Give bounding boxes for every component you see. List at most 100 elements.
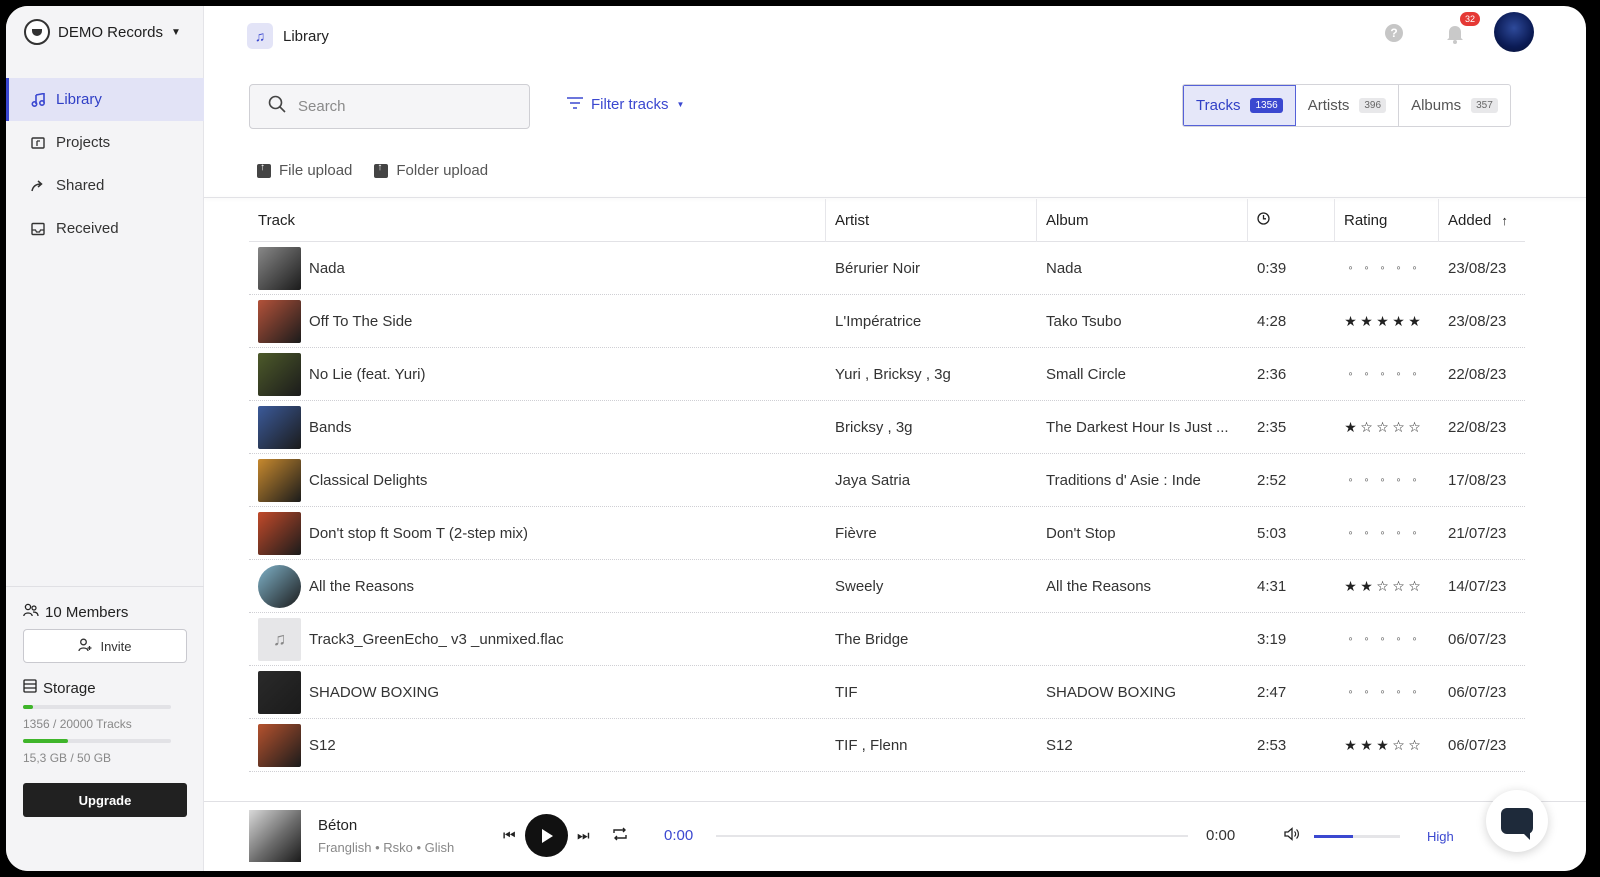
column-header-rating[interactable]: Rating (1335, 198, 1439, 242)
volume-slider[interactable] (1314, 835, 1400, 838)
empty-star-icon[interactable]: ☆ (1408, 578, 1421, 595)
column-header-album[interactable]: Album (1037, 198, 1248, 242)
search-icon (268, 95, 286, 118)
bell-icon[interactable] (1444, 22, 1466, 44)
filled-star-icon[interactable]: ★ (1360, 737, 1373, 754)
upgrade-button[interactable]: Upgrade (23, 783, 187, 817)
empty-star-icon[interactable]: ∘ (1392, 528, 1405, 539)
quality-selector[interactable]: High (1427, 829, 1454, 844)
table-row[interactable]: All the Reasons Sweely All the Reasons 4:31… (249, 560, 1525, 613)
empty-star-icon[interactable]: ☆ (1392, 578, 1405, 595)
track-title: Off To The Side (309, 312, 413, 330)
filled-star-icon[interactable]: ★ (1376, 313, 1389, 330)
table-row[interactable]: ♫ Track3_GreenEcho_ v3 _unmixed.flac The B… (249, 613, 1525, 666)
empty-star-icon[interactable]: ∘ (1344, 369, 1357, 380)
filled-star-icon[interactable]: ★ (1392, 313, 1405, 330)
filled-star-icon[interactable]: ★ (1408, 313, 1421, 330)
repeat-icon[interactable] (612, 827, 628, 844)
empty-star-icon[interactable]: ∘ (1344, 263, 1357, 274)
table-row[interactable]: Nada Bérurier Noir Nada 0:39 ∘ ∘ ∘ ∘ ∘ 23/08/23 (249, 242, 1525, 295)
filled-star-icon[interactable]: ★ (1360, 578, 1373, 595)
column-header-artist[interactable]: Artist (826, 198, 1037, 242)
empty-star-icon[interactable]: ☆ (1392, 737, 1405, 754)
chat-widget-button[interactable] (1486, 790, 1548, 852)
empty-star-icon[interactable]: ∘ (1408, 263, 1421, 274)
play-button[interactable] (525, 814, 568, 857)
empty-star-icon[interactable]: ∘ (1360, 369, 1373, 380)
tab-tracks[interactable]: Tracks 1356 (1183, 85, 1296, 126)
sidebar-item-projects[interactable]: Projects (6, 121, 204, 164)
folder-upload-button[interactable]: Folder upload (374, 162, 488, 179)
tab-albums[interactable]: Albums 357 (1399, 85, 1510, 126)
empty-star-icon[interactable]: ∘ (1360, 475, 1373, 486)
column-header-added[interactable]: Added ↑ (1439, 199, 1525, 242)
search-input[interactable] (298, 98, 498, 115)
empty-star-icon[interactable]: ∘ (1408, 475, 1421, 486)
empty-star-icon[interactable]: ∘ (1376, 475, 1389, 486)
empty-star-icon[interactable]: ∘ (1376, 263, 1389, 274)
empty-star-icon[interactable]: ☆ (1408, 419, 1421, 436)
breadcrumb: ♫ Library (247, 23, 329, 49)
empty-star-icon[interactable]: ∘ (1360, 634, 1373, 645)
empty-star-icon[interactable]: ☆ (1408, 737, 1421, 754)
next-icon[interactable]: ⏭ (577, 827, 590, 844)
empty-star-icon[interactable]: ∘ (1344, 475, 1357, 486)
table-row[interactable]: Off To The Side L'Impératrice Tako Tsubo 4:… (249, 295, 1525, 348)
column-header-duration[interactable] (1248, 198, 1335, 242)
avatar[interactable] (1494, 12, 1534, 52)
empty-star-icon[interactable]: ☆ (1376, 578, 1389, 595)
empty-star-icon[interactable]: ∘ (1392, 634, 1405, 645)
sidebar-item-library[interactable]: Library (6, 78, 204, 121)
empty-star-icon[interactable]: ∘ (1360, 528, 1373, 539)
empty-star-icon[interactable]: ∘ (1376, 687, 1389, 698)
table-row[interactable]: Classical Delights Jaya Satria Traditions … (249, 454, 1525, 507)
invite-button[interactable]: Invite (23, 629, 187, 663)
rating-cell: ★ ☆ ☆ ☆ ☆ (1335, 401, 1439, 454)
artist-cell: The Bridge (835, 630, 909, 648)
empty-star-icon[interactable]: ∘ (1392, 369, 1405, 380)
sidebar-item-shared[interactable]: Shared (6, 164, 204, 207)
empty-star-icon[interactable]: ∘ (1360, 263, 1373, 274)
empty-star-icon[interactable]: ∘ (1344, 687, 1357, 698)
search-field[interactable] (249, 84, 530, 129)
empty-star-icon[interactable]: ∘ (1376, 528, 1389, 539)
table-row[interactable]: Bands Bricksy , 3g The Darkest Hour Is Jus… (249, 401, 1525, 454)
empty-star-icon[interactable]: ∘ (1376, 369, 1389, 380)
empty-star-icon[interactable]: ☆ (1392, 419, 1405, 436)
previous-icon[interactable]: ⏮ (503, 827, 516, 844)
empty-star-icon[interactable]: ∘ (1408, 634, 1421, 645)
now-playing-title: Béton (318, 817, 358, 834)
empty-star-icon[interactable]: ∘ (1376, 634, 1389, 645)
filled-star-icon[interactable]: ★ (1344, 737, 1357, 754)
empty-star-icon[interactable]: ∘ (1408, 528, 1421, 539)
help-icon[interactable]: ? (1385, 24, 1403, 42)
members-count: 10 Members (23, 603, 187, 621)
filled-star-icon[interactable]: ★ (1344, 313, 1357, 330)
table-row[interactable]: S12 TIF , Flenn S12 2:53 ★ ★ ★ ☆ ☆ 06/07/23 (249, 719, 1525, 772)
tab-artists[interactable]: Artists 396 (1296, 85, 1400, 126)
volume-icon[interactable] (1284, 827, 1300, 844)
table-row[interactable]: No Lie (feat. Yuri) Yuri , Bricksy , 3g Sm… (249, 348, 1525, 401)
sidebar-item-received[interactable]: Received (6, 207, 204, 250)
empty-star-icon[interactable]: ∘ (1408, 369, 1421, 380)
filled-star-icon[interactable]: ★ (1344, 419, 1357, 436)
column-header-track[interactable]: Track (249, 198, 826, 242)
progress-slider[interactable] (716, 835, 1188, 837)
empty-star-icon[interactable]: ∘ (1392, 687, 1405, 698)
empty-star-icon[interactable]: ∘ (1392, 475, 1405, 486)
table-row[interactable]: SHADOW BOXING TIF SHADOW BOXING 2:47 ∘ ∘ ∘ ∘ ∘ 06… (249, 666, 1525, 719)
file-upload-button[interactable]: File upload (257, 162, 352, 179)
empty-star-icon[interactable]: ∘ (1344, 634, 1357, 645)
empty-star-icon[interactable]: ∘ (1360, 687, 1373, 698)
filled-star-icon[interactable]: ★ (1360, 313, 1373, 330)
workspace-switcher[interactable]: DEMO Records ▼ (24, 18, 181, 46)
empty-star-icon[interactable]: ☆ (1376, 419, 1389, 436)
filter-tracks-button[interactable]: Filter tracks ▼ (567, 96, 684, 113)
empty-star-icon[interactable]: ☆ (1360, 419, 1373, 436)
empty-star-icon[interactable]: ∘ (1344, 528, 1357, 539)
empty-star-icon[interactable]: ∘ (1408, 687, 1421, 698)
empty-star-icon[interactable]: ∘ (1392, 263, 1405, 274)
table-row[interactable]: Don't stop ft Soom T (2-step mix) Fièvre D… (249, 507, 1525, 560)
filled-star-icon[interactable]: ★ (1376, 737, 1389, 754)
filled-star-icon[interactable]: ★ (1344, 578, 1357, 595)
